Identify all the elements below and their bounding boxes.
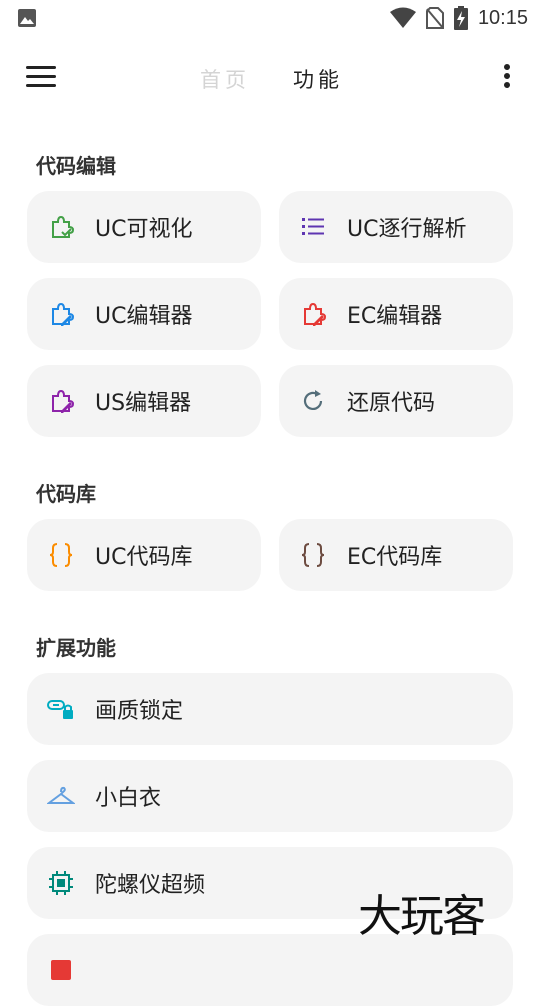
partial-icon bbox=[47, 956, 75, 984]
card-label: EC编辑器 bbox=[347, 304, 443, 329]
puzzle-edit-icon bbox=[47, 300, 75, 328]
battery-charging-icon bbox=[453, 6, 468, 30]
section-title-extensions: 扩展功能 bbox=[36, 636, 116, 660]
braces-icon bbox=[299, 541, 327, 569]
uc-visual-button[interactable]: UC可视化 bbox=[27, 191, 261, 263]
section-title-code-lib: 代码库 bbox=[36, 482, 96, 506]
menu-icon[interactable] bbox=[26, 66, 56, 90]
hanger-icon bbox=[47, 782, 75, 810]
puzzle-edit-icon bbox=[47, 387, 75, 415]
ec-code-lib-button[interactable]: EC代码库 bbox=[279, 519, 513, 591]
chip-icon bbox=[47, 869, 75, 897]
xiaobaiyi-button[interactable]: 小白衣 bbox=[27, 760, 513, 832]
card-label: EC代码库 bbox=[347, 545, 443, 570]
uc-line-parse-button[interactable]: UC逐行解析 bbox=[279, 191, 513, 263]
card-label: UC可视化 bbox=[95, 217, 193, 242]
wifi-icon bbox=[389, 7, 416, 28]
link-lock-icon bbox=[47, 695, 75, 723]
card-label: 陀螺仪超频 bbox=[95, 873, 206, 898]
list-icon bbox=[299, 213, 327, 241]
section-title-code-edit: 代码编辑 bbox=[36, 154, 116, 178]
us-editor-button[interactable]: US编辑器 bbox=[27, 365, 261, 437]
puzzle-edit-icon bbox=[299, 300, 327, 328]
status-time: 10:15 bbox=[477, 6, 528, 29]
status-bar: 10:15 bbox=[0, 0, 540, 36]
braces-icon bbox=[47, 541, 75, 569]
partial-feature-button[interactable] bbox=[27, 934, 513, 1006]
more-vert-icon[interactable] bbox=[500, 64, 514, 92]
card-label: UC逐行解析 bbox=[347, 217, 467, 242]
refresh-icon bbox=[299, 387, 327, 415]
watermark-logo: 大玩客 bbox=[358, 891, 486, 942]
puzzle-check-icon bbox=[47, 213, 75, 241]
restore-code-button[interactable]: 还原代码 bbox=[279, 365, 513, 437]
card-label: 小白衣 bbox=[95, 786, 162, 811]
card-label: US编辑器 bbox=[95, 391, 192, 416]
gallery-icon bbox=[18, 9, 36, 27]
uc-code-lib-button[interactable]: UC代码库 bbox=[27, 519, 261, 591]
uc-editor-button[interactable]: UC编辑器 bbox=[27, 278, 261, 350]
card-label: UC代码库 bbox=[95, 545, 193, 570]
card-label: 画质锁定 bbox=[95, 699, 184, 724]
app-bar: 首页 功能 bbox=[0, 36, 540, 120]
card-label: UC编辑器 bbox=[95, 304, 193, 329]
no-sim-icon bbox=[425, 7, 444, 29]
tab-function[interactable]: 功能 bbox=[293, 64, 343, 94]
card-label: 还原代码 bbox=[347, 391, 436, 416]
ec-editor-button[interactable]: EC编辑器 bbox=[279, 278, 513, 350]
tab-home[interactable]: 首页 bbox=[200, 64, 250, 94]
quality-lock-button[interactable]: 画质锁定 bbox=[27, 673, 513, 745]
